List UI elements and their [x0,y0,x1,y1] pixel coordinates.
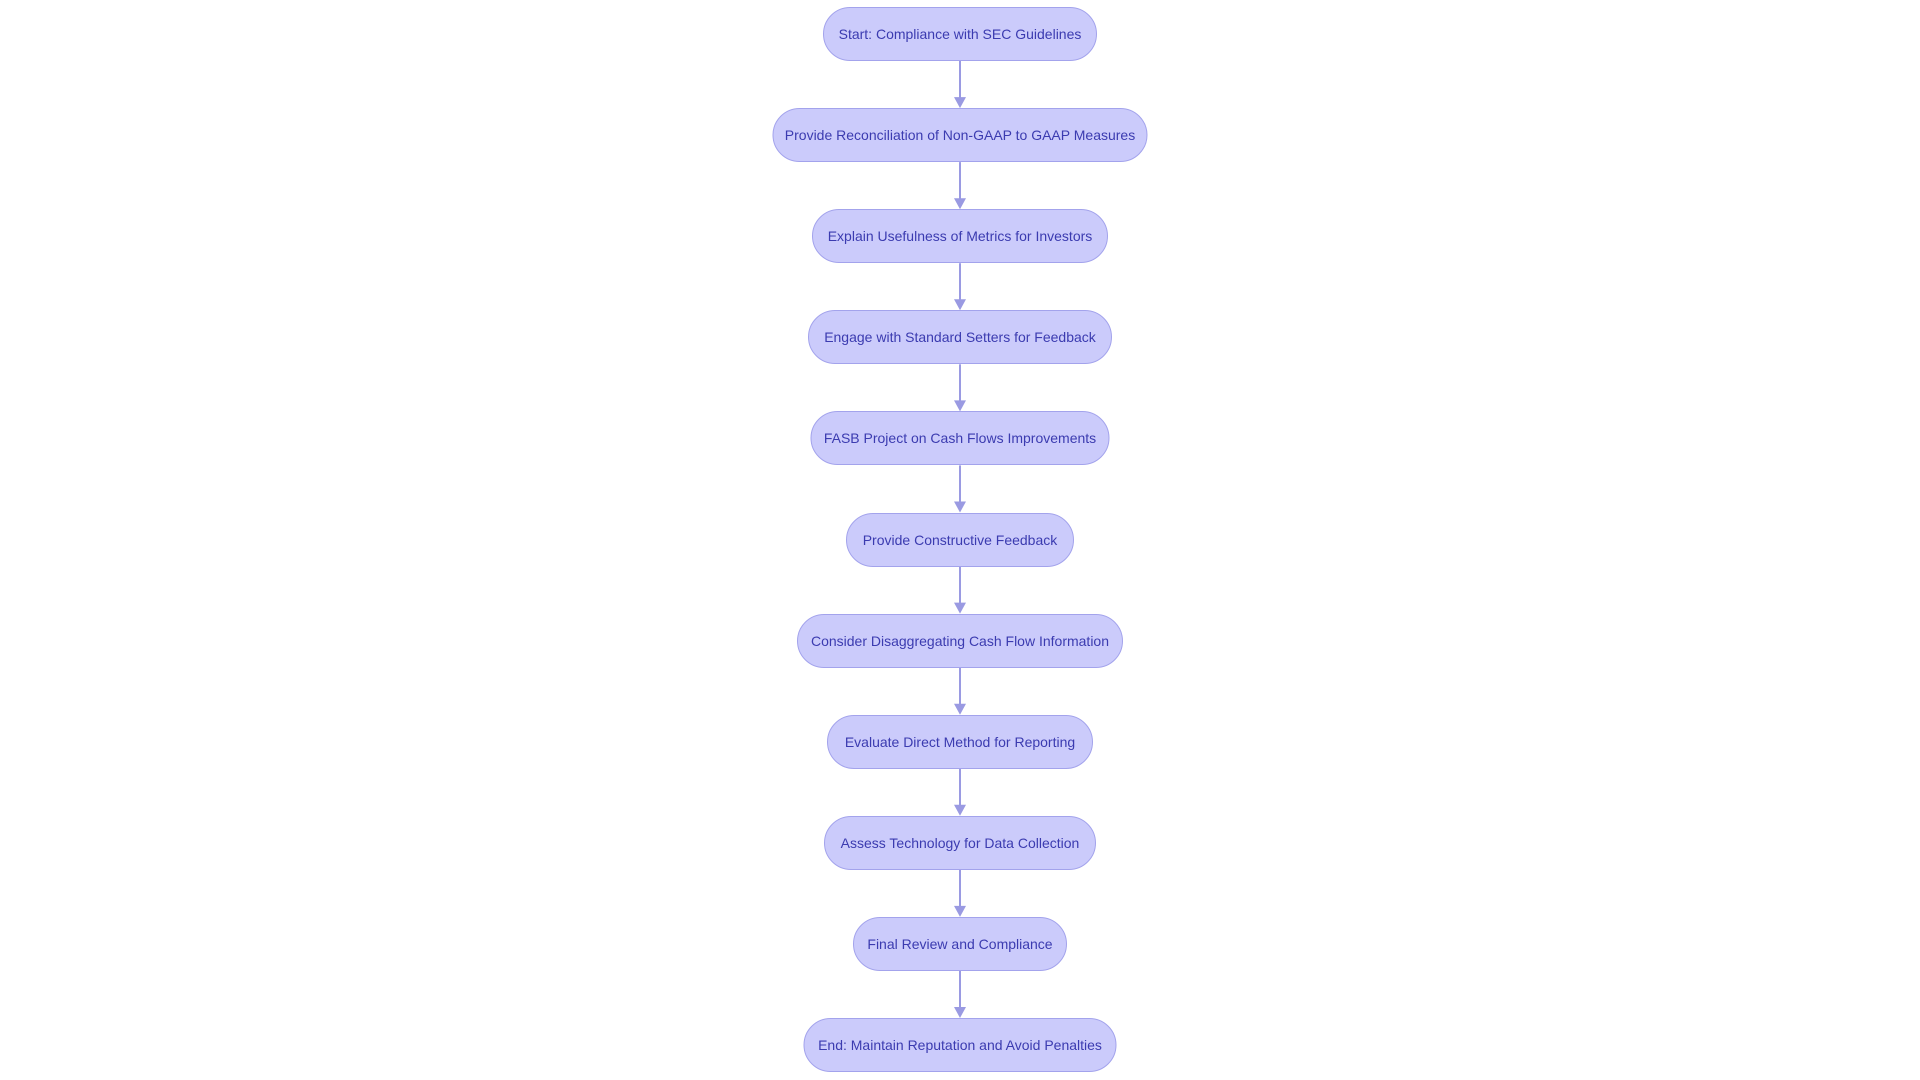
flow-arrow [954,667,966,715]
flow-node: Provide Constructive Feedback [846,512,1074,567]
flow-arrow [954,566,966,614]
arrowhead-icon [954,703,966,715]
flow-node: FASB Project on Cash Flows Improvements [810,411,1110,466]
arrowhead-icon [954,97,966,109]
flow-arrow [954,970,966,1018]
flow-arrow [954,768,966,816]
flow-arrow [954,465,966,513]
flow-node: Explain Usefulness of Metrics for Invest… [812,209,1108,264]
arrowhead-icon [954,400,966,412]
flow-node: End: Maintain Reputation and Avoid Penal… [803,1018,1117,1072]
flow-arrow [954,61,966,109]
flow-node: Engage with Standard Setters for Feedbac… [808,310,1112,365]
flow-node: Evaluate Direct Method for Reporting [827,714,1093,769]
flow-node: Final Review and Compliance [853,916,1067,971]
flow-node: Consider Disaggregating Cash Flow Inform… [797,613,1123,668]
arrowhead-icon [954,1007,966,1018]
flow-arrow [954,364,966,412]
flow-arrow [954,869,966,917]
flow-node: Provide Reconciliation of Non-GAAP to GA… [772,108,1148,163]
flow-arrow [954,162,966,210]
arrowhead-icon [954,905,966,917]
arrowhead-icon [954,198,966,210]
arrowhead-icon [954,602,966,614]
flow-arrow [954,263,966,311]
flow-node: Start: Compliance with SEC Guidelines [823,7,1097,61]
arrowhead-icon [954,804,966,816]
arrowhead-icon [954,501,966,513]
arrowhead-icon [954,299,966,311]
flow-node: Assess Technology for Data Collection [824,815,1096,870]
